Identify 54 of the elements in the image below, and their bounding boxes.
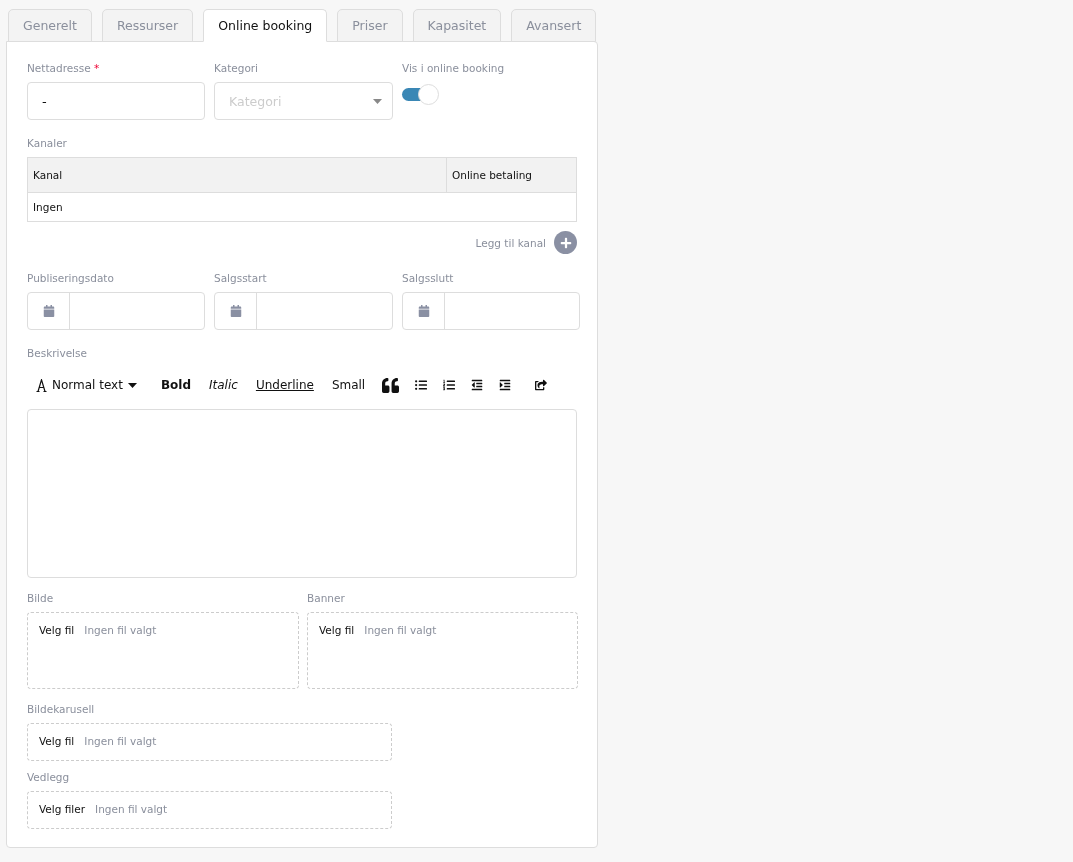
table-cell: Ingen <box>27 192 447 222</box>
quote-icon <box>382 376 400 394</box>
indent-icon <box>499 379 512 391</box>
file-drop-zone[interactable]: Velg fil Ingen fil valgt <box>27 612 299 689</box>
outdent-icon <box>471 379 484 391</box>
file-status: Ingen fil valgt <box>364 624 437 636</box>
caret-icon <box>127 382 137 388</box>
choose-file-button[interactable]: Velg filer <box>39 803 86 815</box>
font-icon <box>36 378 47 392</box>
add-channel-label: Legg til kanal <box>475 236 546 249</box>
caret-icon <box>373 98 382 104</box>
field-label: Salgsslutt <box>402 272 455 284</box>
date-field[interactable] <box>27 292 205 330</box>
file-status: Ingen fil valgt <box>84 735 157 747</box>
column-header: Kanal <box>27 157 447 193</box>
format-button[interactable]: Italic <box>200 378 247 392</box>
file-drop-zone[interactable]: Velg filer Ingen fil valgt <box>27 791 392 829</box>
field-label: Vis i online booking <box>402 62 506 74</box>
field-label: Bilde <box>27 592 55 604</box>
calendar-icon <box>417 305 430 317</box>
field-label: Bildekarusell <box>27 703 96 715</box>
format-button[interactable]: Underline <box>246 378 323 392</box>
section-label: Kanaler <box>27 137 67 149</box>
url-input[interactable]: - <box>27 82 205 120</box>
column-header: Online betaling <box>446 157 577 193</box>
field-label: Kategori <box>214 62 260 74</box>
share-icon <box>535 379 548 391</box>
text-style-dropdown[interactable]: Normal text <box>27 378 146 392</box>
plus-icon <box>559 236 572 249</box>
numbered-list-icon <box>443 379 456 391</box>
calendar-icon <box>229 305 242 317</box>
format-button[interactable]: Bold <box>151 378 200 392</box>
choose-file-button[interactable]: Velg fil <box>39 735 75 747</box>
file-drop-zone[interactable]: Velg fil Ingen fil valgt <box>27 723 392 761</box>
date-field[interactable] <box>402 292 580 330</box>
file-status: Ingen fil valgt <box>95 803 168 815</box>
toggle-switch[interactable] <box>402 84 440 104</box>
add-button[interactable] <box>554 231 577 254</box>
calendar-icon <box>42 305 55 317</box>
field-label: Vedlegg <box>27 771 71 783</box>
field-label: Nettadresse * <box>27 62 101 74</box>
required-mark: * <box>93 62 100 74</box>
field-label: Publiseringsdato <box>27 272 115 284</box>
choose-file-button[interactable]: Velg fil <box>319 624 355 636</box>
field-label: Salgsstart <box>214 272 268 284</box>
bullet-list-icon <box>415 379 428 391</box>
file-status: Ingen fil valgt <box>84 624 157 636</box>
format-button[interactable]: Small <box>322 378 375 392</box>
tab[interactable]: Online booking <box>203 9 328 42</box>
date-field[interactable] <box>214 292 393 330</box>
choose-file-button[interactable]: Velg fil <box>39 624 75 636</box>
field-label: Beskrivelse <box>27 347 87 359</box>
field-label: Banner <box>307 592 346 604</box>
file-drop-zone[interactable]: Velg fil Ingen fil valgt <box>307 612 578 689</box>
